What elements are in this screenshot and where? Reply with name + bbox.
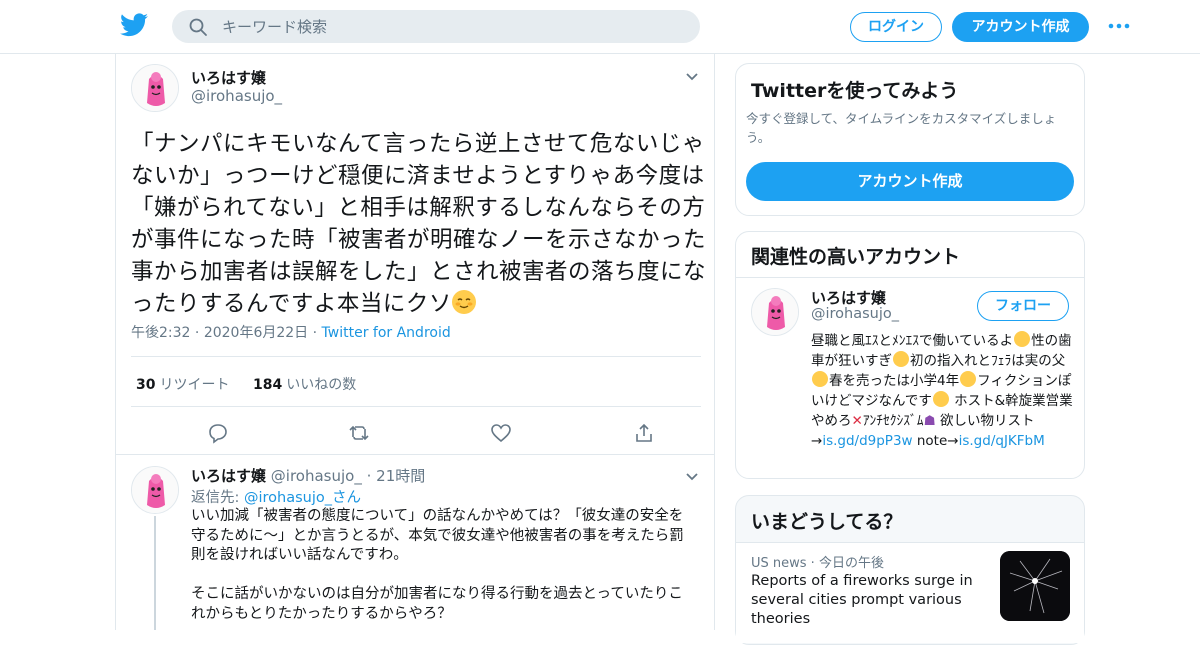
search-input[interactable]	[222, 10, 682, 43]
share-icon[interactable]	[633, 422, 655, 444]
tweet-source-link[interactable]: Twitter for Android	[322, 325, 451, 341]
tweet-stats: 30 リツイート 184 いいねの数	[131, 356, 701, 407]
smile-emoji-icon	[1014, 331, 1031, 347]
retweets-count: 30	[136, 377, 156, 393]
top-bar: ログイン アカウント作成	[0, 0, 1200, 54]
related-account-name[interactable]: いろはす嬢	[811, 287, 886, 308]
reply-to-line: 返信先: @irohasujo_さん	[191, 486, 361, 507]
reply-to-handle[interactable]: @irohasujo_	[244, 490, 332, 506]
retweets-stat[interactable]: 30 リツイート	[136, 374, 229, 394]
signup-card-button[interactable]: アカウント作成	[746, 162, 1074, 201]
reply-author-name[interactable]: いろはす嬢	[191, 467, 266, 485]
avatar[interactable]	[131, 64, 179, 112]
trends-card: いまどうしてる？ US news · 今日の午後 Reports of a fi…	[735, 495, 1085, 645]
tweet-divider	[116, 454, 714, 455]
smile-emoji-icon	[932, 391, 949, 407]
avatar-character-icon	[752, 289, 798, 335]
tweet-text-body: 「ナンパにキモいなんて言ったら逆上させて危ないじゃないか」っつーけど穏便に済ませ…	[131, 131, 707, 317]
chevron-down-icon[interactable]	[685, 72, 699, 82]
reply-text: いい加減「被害者の態度について」の話なんかやめては？「彼女達の安全を守るために～…	[191, 508, 684, 622]
news-item[interactable]: US news · 今日の午後 Reports of a fireworks s…	[736, 543, 1084, 643]
news-thumbnail-image[interactable]	[1000, 551, 1070, 621]
signup-card-subtitle: 今すぐ登録して、タイムラインをカスタマイズしましょう。	[746, 111, 1057, 145]
tweet-time[interactable]: 午後2:32	[131, 325, 190, 341]
likes-count: 184	[253, 377, 283, 393]
signup-card-title: Twitterを使ってみよう	[751, 80, 959, 102]
tweet-author-name[interactable]: いろはす嬢	[191, 67, 266, 88]
bio-link-wishlist[interactable]: is.gd/d9pP3w	[822, 433, 912, 449]
tweet-column: いろはす嬢 @irohasujo_ 「ナンパにキモいなんて言ったら逆上させて危な…	[115, 54, 715, 630]
avatar-character-icon	[132, 65, 178, 111]
reply-avatar[interactable]	[131, 466, 179, 514]
reply-separator: ·	[361, 467, 377, 485]
tweet-text: 「ナンパにキモいなんて言ったら逆上させて危ないじゃないか」っつーけど穏便に済ませ…	[131, 128, 706, 320]
like-heart-icon[interactable]	[490, 422, 512, 444]
related-account-handle[interactable]: @irohasujo_	[811, 306, 899, 322]
avatar-character-icon	[132, 467, 178, 513]
smile-emoji-icon	[893, 351, 909, 367]
reply-to-suffix[interactable]: さん	[332, 490, 361, 506]
bio-text: 初の指入れとﾌｪﾗは実の父	[910, 353, 1066, 369]
signup-button[interactable]: アカウント作成	[952, 12, 1089, 42]
tweet-timestamp: 午後2:32 · 2020年6月22日 · Twitter for Androi…	[131, 325, 451, 341]
related-accounts-card: 関連性の高いアカウント いろはす嬢 @irohasujo_ フォロー 昼職と風ｴ…	[735, 231, 1085, 479]
related-avatar[interactable]	[751, 288, 799, 336]
smiling-blush-emoji-icon	[451, 290, 476, 314]
retweet-icon[interactable]	[348, 422, 370, 444]
bio-text: 昼職と風ｴｽとﾒﾝｴｽで働いているよ	[811, 333, 1014, 349]
trends-card-title: いまどうしてる？	[751, 511, 903, 533]
reply-header: いろはす嬢 @irohasujo_ · 21時間	[191, 465, 425, 486]
news-source: US news	[751, 556, 807, 571]
thread-line	[154, 516, 156, 630]
smile-emoji-icon	[812, 371, 828, 387]
likes-stat[interactable]: 184 いいねの数	[253, 374, 356, 394]
red-x-emoji-icon: ✕	[851, 413, 863, 429]
search-bar[interactable]	[172, 10, 700, 43]
tweet-date[interactable]: 2020年6月22日	[204, 325, 308, 341]
news-time: 今日の午後	[818, 556, 884, 571]
signup-card: Twitterを使ってみよう 今すぐ登録して、タイムラインをカスタマイズしましょ…	[735, 63, 1085, 216]
bio-link-note[interactable]: is.gd/qJKFbM	[959, 433, 1045, 449]
card-divider	[736, 277, 1084, 278]
reply-author-handle[interactable]: @irohasujo_	[271, 467, 362, 485]
bio-text: ｱﾝﾁｾｸｼｽﾞﾑ	[862, 413, 924, 429]
related-accounts-title: 関連性の高いアカウント	[751, 246, 961, 268]
tweet-actions	[131, 407, 701, 457]
follow-button[interactable]: フォロー	[977, 291, 1069, 321]
reply-to-prefix: 返信先:	[191, 490, 244, 506]
likes-label: いいねの数	[286, 377, 357, 393]
bio-text: 春を売ったは小学4年	[829, 373, 960, 389]
reply-icon[interactable]	[207, 422, 229, 444]
news-headline[interactable]: Reports of a fireworks surge in several …	[751, 572, 986, 629]
alien-monster-emoji-icon: ☗	[923, 413, 936, 429]
search-icon	[189, 18, 207, 36]
chevron-down-icon[interactable]	[685, 472, 699, 482]
tweet-author-handle[interactable]: @irohasujo_	[191, 87, 282, 105]
more-options-icon[interactable]	[1108, 19, 1130, 33]
twitter-bird-icon[interactable]	[120, 13, 148, 37]
related-account-bio: 昼職と風ｴｽとﾒﾝｴｽで働いているよ 性の歯車が狂いすぎ 初の指入れとﾌｪﾗは実の父…	[811, 331, 1073, 451]
smile-emoji-icon	[960, 371, 977, 387]
retweets-label: リツイート	[159, 377, 230, 393]
bio-text: note→	[912, 433, 959, 449]
news-meta: US news · 今日の午後	[751, 556, 884, 571]
login-button[interactable]: ログイン	[850, 12, 942, 42]
reply-time[interactable]: 21時間	[376, 467, 425, 485]
fireworks-icon	[1000, 551, 1070, 621]
